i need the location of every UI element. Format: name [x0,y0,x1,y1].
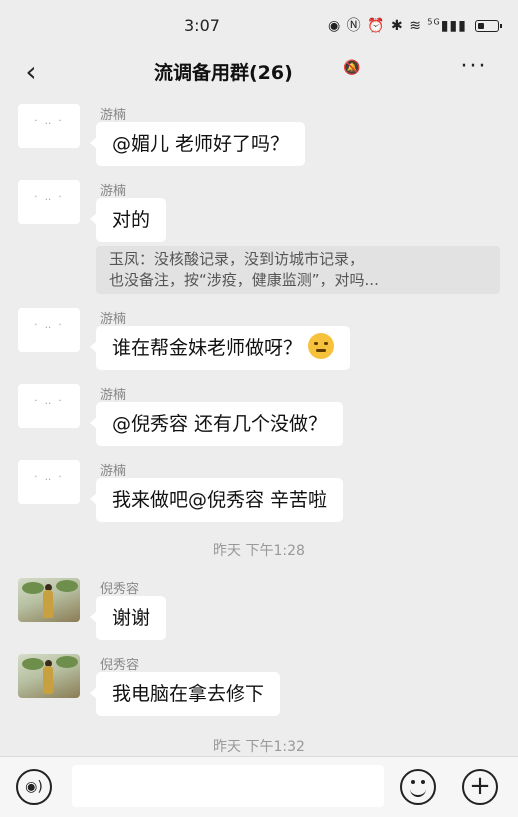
bluetooth-icon: ✱ [391,18,404,34]
quoted-message[interactable]: 玉凤：没核酸记录，没到访城市记录， 也没备注，按“涉疫，健康监测”，对吗... [96,246,500,294]
avatar-photo-detail [56,656,78,668]
wifi-icon: ≋ [409,18,422,34]
plus-icon: + [469,771,491,801]
message-bubble[interactable]: 谁在帮金妹老师做呀？ [89,326,351,370]
emoji-button[interactable] [400,769,436,805]
message-bubble[interactable]: 谢谢 [89,596,167,640]
sender-name: 倪秀容 [100,582,140,597]
sender-name: 游楠 [100,184,127,199]
message-input[interactable] [72,765,384,807]
network-label: 5G [427,17,441,27]
avatar-photo-detail [22,658,44,670]
message-bubble[interactable]: @倪秀容 还有几个没做？ [89,402,344,446]
avatar-placeholder-icon: · ‥ · [34,192,64,203]
avatar-photo-detail [22,582,44,594]
sender-name: 游楠 [100,108,127,123]
status-bar: 3:07 ◉ Ⓝ ⏰ ✱ ≋ 5G▮▮▮ [0,0,518,48]
avatar[interactable]: · ‥ · [18,384,80,428]
chat-header: ‹ 流调备用群(26) 🔕 ··· [0,48,518,94]
thinking-face-emoji [308,332,335,359]
sender-name: 游楠 [100,464,127,479]
avatar[interactable]: · ‥ · [18,460,80,504]
avatar[interactable] [18,578,80,622]
status-icons: ◉ Ⓝ ⏰ ✱ ≋ 5G▮▮▮ [328,15,503,35]
signal-icon: 5G▮▮▮ [427,17,467,34]
eye-icon: ◉ [328,18,342,34]
avatar-placeholder-icon: · ‥ · [34,396,64,407]
input-bar: ◉) + [0,756,518,817]
message-bubble[interactable]: 我来做吧@倪秀容 辛苦啦 [89,478,344,522]
time-divider: 昨天 下午1:28 [213,543,305,559]
battery-icon [475,20,503,32]
more-button[interactable]: ··· [454,54,494,88]
avatar-photo-detail [43,666,53,694]
avatar[interactable]: · ‥ · [18,180,80,224]
nfc-icon: Ⓝ [346,18,362,34]
sender-name: 游楠 [100,312,127,327]
chat-title: 流调备用群(26) [154,62,293,84]
avatar-placeholder-icon: · ‥ · [34,472,64,483]
message-list[interactable]: · ‥ · 游楠 @媚儿 老师好了吗？ · ‥ · 游楠 对的 玉凤：没核酸记录… [0,94,518,756]
voice-button[interactable]: ◉) [16,769,52,805]
quote-line: 玉凤：没核酸记录，没到访城市记录， [109,250,365,268]
back-arrow-icon: ‹ [25,54,37,88]
mute-bell-icon: 🔕 [343,60,361,76]
avatar-photo-detail [43,590,53,618]
avatar[interactable]: · ‥ · [18,308,80,352]
status-time: 3:07 [184,16,220,35]
quote-line: 也没备注，按“涉疫，健康监测”，对吗... [109,271,379,289]
message-bubble[interactable]: @媚儿 老师好了吗？ [89,122,306,166]
sender-name: 倪秀容 [100,658,140,673]
alarm-icon: ⏰ [367,18,386,34]
avatar[interactable]: · ‥ · [18,104,80,148]
time-divider: 昨天 下午1:32 [213,739,305,755]
voice-icon: ◉) [25,779,43,795]
plus-button[interactable]: + [462,769,498,805]
message-bubble[interactable]: 对的 [89,198,167,242]
message-bubble[interactable]: 我电脑在拿去修下 [89,672,281,716]
sender-name: 游楠 [100,388,127,403]
back-button[interactable]: ‹ [14,54,48,88]
message-text: 谁在帮金妹老师做呀？ [112,337,303,359]
avatar-placeholder-icon: · ‥ · [34,116,64,127]
avatar-placeholder-icon: · ‥ · [34,320,64,331]
avatar-photo-detail [56,580,78,592]
avatar[interactable] [18,654,80,698]
